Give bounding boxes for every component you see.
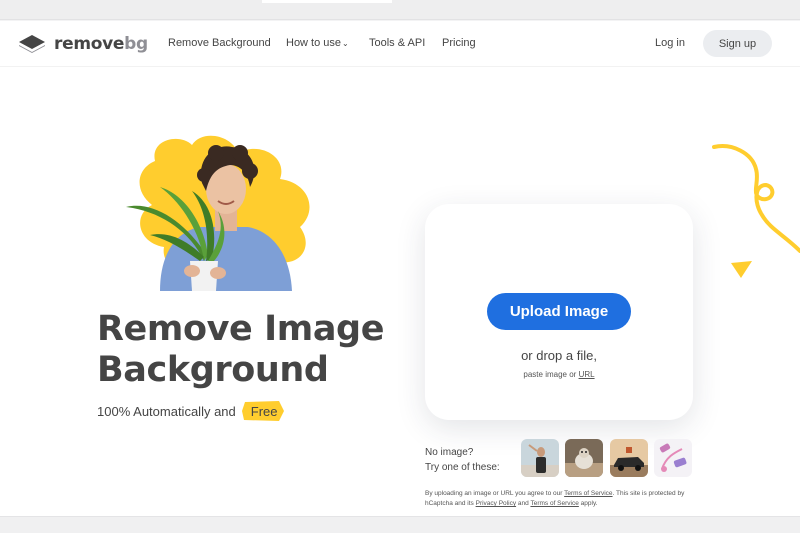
sample-prompt-line1: No image? — [425, 447, 474, 458]
sample-thumb-animal[interactable] — [565, 439, 603, 477]
nav-pricing[interactable]: Pricing — [442, 37, 476, 49]
legal-text: By uploading an image or URL you agree t… — [425, 489, 700, 509]
browser-top-strip — [0, 0, 800, 20]
legal-part3: and — [517, 500, 529, 507]
terms-link-2[interactable]: Terms of Service — [530, 500, 578, 507]
terms-link[interactable]: Terms of Service — [564, 490, 612, 497]
drop-file-text: or drop a file, — [521, 348, 597, 363]
logo[interactable]: removebg — [18, 33, 148, 55]
logo-text: removebg — [54, 34, 148, 54]
sample-prompt-line2: Try one of these: — [425, 462, 500, 473]
hero-subtitle-text: 100% Automatically and — [97, 404, 236, 419]
paste-hint: paste image or URL — [425, 370, 693, 379]
legal-part1: By uploading an image or URL you agree t… — [425, 490, 563, 497]
sample-thumb-person[interactable] — [521, 439, 559, 477]
nav-remove-background[interactable]: Remove Background — [168, 37, 271, 49]
sample-thumb-car[interactable] — [610, 439, 648, 477]
layers-logo-icon — [19, 35, 45, 53]
login-link[interactable]: Log in — [655, 37, 685, 49]
free-badge: Free — [241, 401, 288, 421]
sample-prompt: No image? Try one of these: — [425, 445, 500, 475]
upload-card[interactable]: Upload Image or drop a file, paste image… — [425, 204, 693, 420]
legal-part4: apply. — [580, 500, 598, 507]
nav-how-to-use-label: How to use — [286, 37, 342, 49]
url-link[interactable]: URL — [579, 370, 595, 379]
hero-person-with-plant-image — [126, 135, 310, 291]
nav-tools-api[interactable]: Tools & API — [369, 37, 425, 49]
hero-subtitle: 100% Automatically and Free — [97, 401, 288, 421]
hero-title: Remove Image Background — [97, 309, 384, 391]
sample-thumb-product[interactable] — [654, 439, 692, 477]
privacy-link[interactable]: Privacy Policy — [476, 500, 516, 507]
nav-how-to-use[interactable]: How to use⌄ — [286, 37, 349, 49]
paste-hint-text: paste image or — [523, 370, 577, 379]
browser-bottom-strip — [0, 516, 800, 533]
site-header: removebg Remove Background How to use⌄ T… — [0, 21, 800, 67]
hero-title-line2: Background — [97, 350, 329, 390]
hero-title-line1: Remove Image — [97, 309, 385, 349]
page: removebg Remove Background How to use⌄ T… — [0, 21, 800, 516]
signup-button[interactable]: Sign up — [703, 30, 772, 57]
yellow-triangle-decoration — [731, 261, 752, 278]
yellow-squiggle-decoration — [712, 144, 800, 253]
upload-image-button[interactable]: Upload Image — [487, 293, 631, 330]
chevron-down-icon: ⌄ — [342, 39, 349, 48]
free-badge-label: Free — [250, 404, 278, 419]
